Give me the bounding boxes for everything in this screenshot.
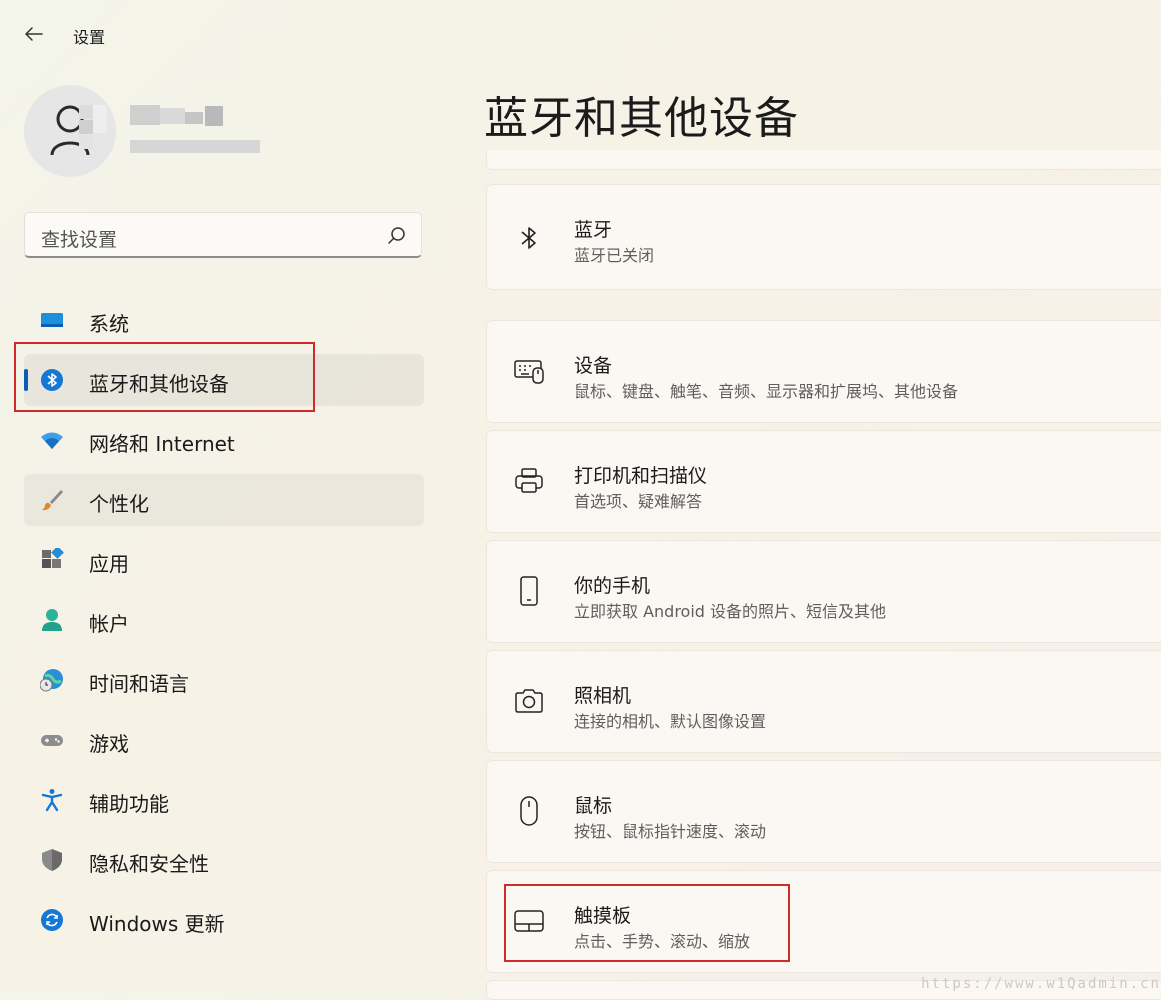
sidebar-item-apps[interactable]: 应用 (24, 534, 424, 586)
sidebar-item-windows-update[interactable]: Windows 更新 (24, 894, 424, 946)
sidebar-item-privacy[interactable]: 隐私和安全性 (24, 834, 424, 886)
shield-icon (42, 849, 62, 871)
sidebar-item-label: 个性化 (89, 492, 149, 516)
card-subtitle: 蓝牙已关闭 (574, 246, 655, 265)
monitor-icon (41, 313, 63, 327)
bluetooth-icon (521, 227, 536, 249)
phone-icon (520, 576, 538, 606)
card-camera[interactable]: 照相机 连接的相机、默认图像设置 (486, 650, 1161, 753)
search-icon[interactable] (387, 226, 407, 246)
back-arrow-icon (25, 27, 43, 41)
card-bluetooth[interactable]: 蓝牙 蓝牙已关闭 (486, 184, 1161, 290)
title-bar: 设置 (0, 0, 1161, 68)
printer-icon (515, 468, 543, 493)
sidebar-item-label: 应用 (89, 552, 129, 576)
gamepad-icon (41, 735, 63, 746)
card-mouse[interactable]: 鼠标 按钮、鼠标指针速度、滚动 (486, 760, 1161, 863)
card-subtitle: 立即获取 Android 设备的照片、短信及其他 (574, 602, 887, 621)
card-partial-top (486, 150, 1161, 170)
card-title: 打印机和扫描仪 (574, 465, 708, 487)
highlight-box-sidebar (14, 342, 315, 412)
app-title: 设置 (73, 28, 106, 47)
update-icon (41, 909, 63, 931)
card-devices[interactable]: 设备 鼠标、键盘、触笔、音频、显示器和扩展坞、其他设备 (486, 320, 1161, 423)
card-title: 蓝牙 (574, 219, 613, 241)
accessibility-icon (41, 789, 63, 812)
sidebar-item-network[interactable]: 网络和 Internet (24, 414, 424, 466)
card-title: 你的手机 (574, 575, 651, 597)
account-icon (42, 609, 62, 631)
card-subtitle: 按钮、鼠标指针速度、滚动 (574, 822, 767, 841)
card-title: 照相机 (574, 685, 632, 707)
back-button[interactable] (22, 22, 46, 46)
sidebar-item-label: 系统 (89, 312, 129, 336)
card-title: 设备 (574, 355, 613, 377)
sidebar-item-accounts[interactable]: 帐户 (24, 594, 424, 646)
card-your-phone[interactable]: 你的手机 立即获取 Android 设备的照片、短信及其他 (486, 540, 1161, 643)
sidebar-item-label: 游戏 (89, 732, 129, 756)
mouse-icon (520, 796, 538, 826)
card-title: 鼠标 (574, 795, 613, 817)
wifi-icon (41, 432, 63, 449)
sidebar-item-accessibility[interactable]: 辅助功能 (24, 774, 424, 826)
search-placeholder: 查找设置 (41, 229, 118, 251)
apps-icon (42, 548, 64, 568)
sidebar-item-label: 辅助功能 (89, 792, 169, 816)
devices-icon (514, 360, 544, 384)
globe-clock-icon (40, 669, 63, 692)
sidebar-item-label: Windows 更新 (89, 912, 225, 936)
sidebar-item-label: 时间和语言 (89, 672, 189, 696)
page-title: 蓝牙和其他设备 (484, 93, 799, 144)
avatar[interactable] (24, 85, 116, 177)
sidebar-item-label: 帐户 (89, 612, 129, 636)
watermark: https://www.w1Qadmin.cn (921, 976, 1161, 992)
sidebar-item-system[interactable]: 系统 (24, 294, 424, 346)
card-printers[interactable]: 打印机和扫描仪 首选项、疑难解答 (486, 430, 1161, 533)
camera-icon (515, 689, 543, 713)
sidebar-item-personalization[interactable]: 个性化 (24, 474, 424, 526)
brush-icon (42, 490, 63, 511)
sidebar-item-gaming[interactable]: 游戏 (24, 714, 424, 766)
card-subtitle: 连接的相机、默认图像设置 (574, 712, 767, 731)
search-box[interactable]: 查找设置 (24, 212, 422, 258)
sidebar-item-label: 网络和 Internet (89, 432, 235, 456)
sidebar-item-time-language[interactable]: 时间和语言 (24, 654, 424, 706)
card-subtitle: 首选项、疑难解答 (574, 492, 703, 511)
sidebar-item-label: 隐私和安全性 (89, 852, 209, 876)
highlight-box-touchpad (504, 884, 790, 962)
card-subtitle: 鼠标、键盘、触笔、音频、显示器和扩展坞、其他设备 (574, 382, 959, 401)
